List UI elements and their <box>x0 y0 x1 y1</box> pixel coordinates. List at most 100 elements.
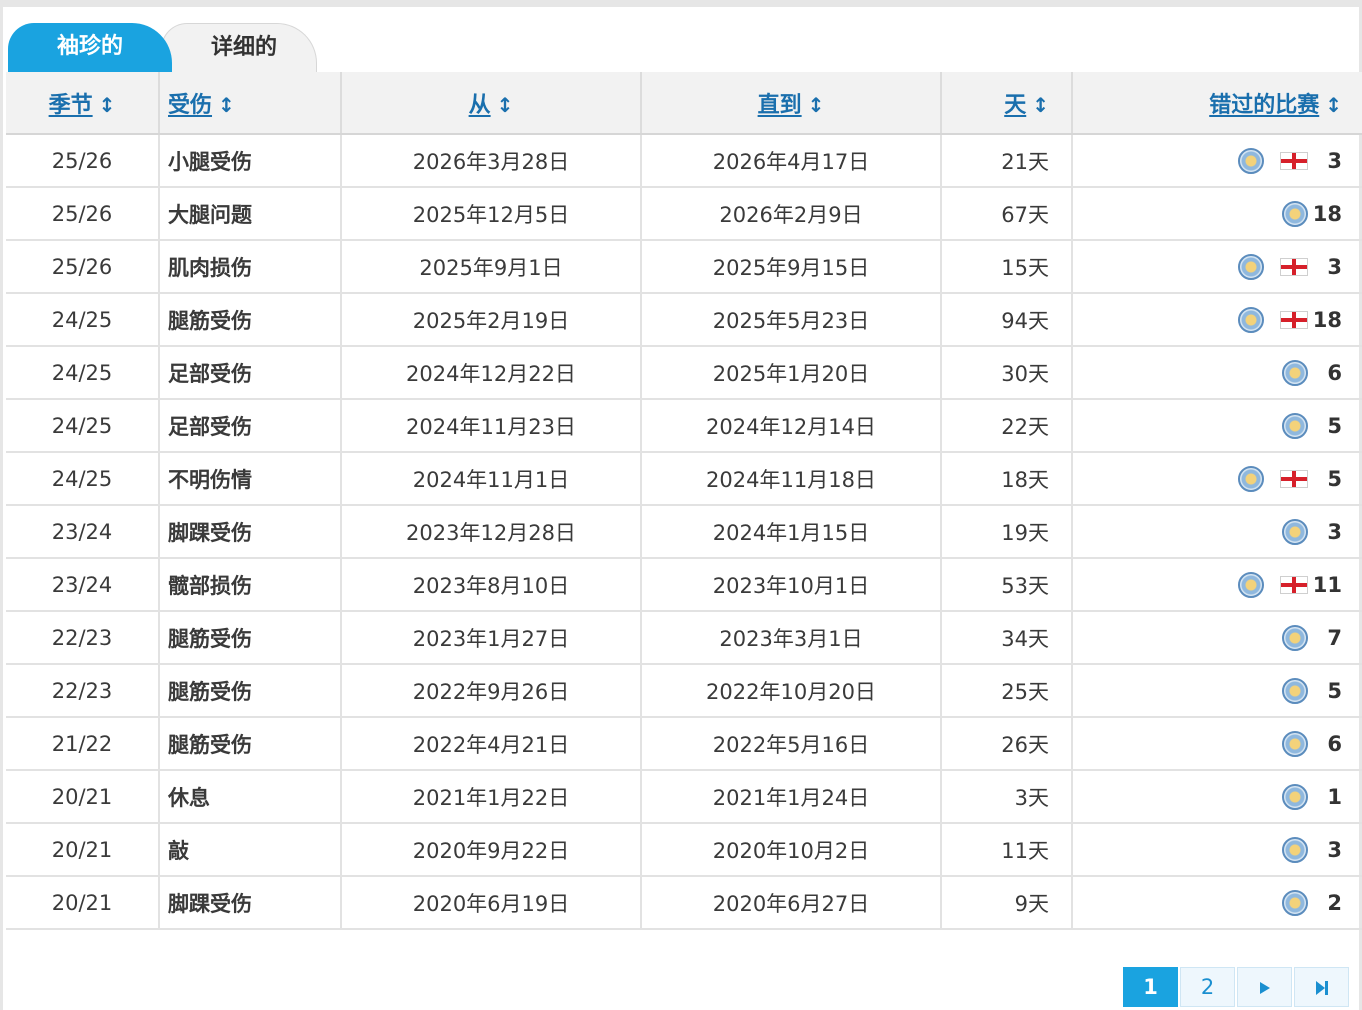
missed-games-breakdown: 3 <box>1083 518 1342 545</box>
column-header-until[interactable]: 直到 ↕ <box>641 72 942 135</box>
last-page-button[interactable] <box>1294 967 1349 1007</box>
club-crest-icon[interactable] <box>1282 677 1308 704</box>
club-crest-icon[interactable] <box>1238 465 1264 492</box>
england-flag-icon[interactable] <box>1280 469 1308 488</box>
club-crest-icon[interactable] <box>1238 147 1264 174</box>
missed-games-cell: 1 <box>1072 770 1362 824</box>
missed-games-cell: 6 <box>1072 717 1362 771</box>
table-row[interactable]: 20/21 休息 2021年1月22日 2021年1月24日 3天 1 <box>6 770 1362 824</box>
table-row[interactable]: 23/24 髋部损伤 2023年8月10日 2023年10月1日 53天 11 <box>6 558 1362 612</box>
column-header-from[interactable]: 从 ↕ <box>341 72 642 135</box>
until-date-cell: 2025年5月23日 <box>641 293 942 347</box>
table-row[interactable]: 25/26 小腿受伤 2026年3月28日 2026年4月17日 21天 3 <box>6 134 1362 188</box>
missed-games-breakdown: 6 <box>1083 730 1342 757</box>
injury-cell: 足部受伤 <box>159 399 342 453</box>
until-date-cell: 2020年6月27日 <box>641 876 942 930</box>
column-header-season[interactable]: 季节 ↕ <box>6 72 160 135</box>
missed-games-cell: 5 <box>1072 452 1362 506</box>
until-date-cell: 2022年10月20日 <box>641 664 942 718</box>
from-date-cell: 2026年3月28日 <box>341 134 642 188</box>
club-crest-icon[interactable] <box>1282 624 1308 651</box>
table-row[interactable]: 25/26 大腿问题 2025年12月5日 2026年2月9日 67天 18 <box>6 187 1362 241</box>
england-flag-icon[interactable] <box>1280 257 1308 276</box>
missed-games-cell: 5 <box>1072 399 1362 453</box>
tab-compact[interactable]: 袖珍的 <box>8 23 172 72</box>
from-header-label[interactable]: 从 <box>469 93 491 118</box>
injury-cell: 腿筋受伤 <box>159 717 342 771</box>
club-crest-icon[interactable] <box>1282 359 1308 386</box>
table-row[interactable]: 24/25 足部受伤 2024年11月23日 2024年12月14日 22天 5 <box>6 399 1362 453</box>
next-page-button[interactable] <box>1237 967 1292 1007</box>
page-1-button[interactable]: 1 <box>1123 967 1178 1007</box>
missed-games-breakdown: 5 <box>1083 412 1342 439</box>
season-cell: 25/26 <box>6 187 160 241</box>
missed-games-count: 5 <box>1327 413 1342 438</box>
sort-icon[interactable]: ↕ <box>99 93 116 117</box>
england-flag-icon[interactable] <box>1280 575 1308 594</box>
days-cell: 30天 <box>941 346 1073 400</box>
england-flag-icon[interactable] <box>1280 151 1308 170</box>
page-2-button[interactable]: 2 <box>1180 967 1235 1007</box>
tab-detailed[interactable]: 详细的 <box>161 23 317 72</box>
club-crest-icon[interactable] <box>1282 889 1308 916</box>
club-crest-icon[interactable] <box>1282 836 1308 863</box>
table-row[interactable]: 24/25 腿筋受伤 2025年2月19日 2025年5月23日 94天 18 <box>6 293 1362 347</box>
table-row[interactable]: 20/21 脚踝受伤 2020年6月19日 2020年6月27日 9天 2 <box>6 876 1362 930</box>
table-row[interactable]: 22/23 腿筋受伤 2022年9月26日 2022年10月20日 25天 5 <box>6 664 1362 718</box>
injury-header-label[interactable]: 受伤 <box>168 93 212 118</box>
until-header-label[interactable]: 直到 <box>758 93 802 118</box>
club-crest-icon[interactable] <box>1282 783 1308 810</box>
from-date-cell: 2024年11月1日 <box>341 452 642 506</box>
missed-games-cell: 3 <box>1072 240 1362 294</box>
pagination: 1 2 <box>1123 967 1349 1007</box>
column-header-missed-games[interactable]: 错过的比赛 ↕ <box>1072 72 1362 135</box>
missed-games-count: 6 <box>1327 360 1342 385</box>
column-header-days[interactable]: 天 ↕ <box>941 72 1073 135</box>
england-flag-icon[interactable] <box>1280 310 1308 329</box>
season-cell: 24/25 <box>6 346 160 400</box>
from-date-cell: 2025年12月5日 <box>341 187 642 241</box>
sort-icon[interactable]: ↕ <box>808 93 825 117</box>
table-row[interactable]: 20/21 敲 2020年9月22日 2020年10月2日 11天 3 <box>6 823 1362 877</box>
missed-games-count: 18 <box>1312 307 1342 332</box>
missed-header-label[interactable]: 错过的比赛 <box>1209 93 1319 118</box>
until-date-cell: 2023年3月1日 <box>641 611 942 665</box>
season-cell: 20/21 <box>6 770 160 824</box>
club-crest-icon[interactable] <box>1238 571 1264 598</box>
club-crest-icon[interactable] <box>1282 200 1308 227</box>
missed-games-cell: 11 <box>1072 558 1362 612</box>
days-cell: 26天 <box>941 717 1073 771</box>
from-date-cell: 2024年11月23日 <box>341 399 642 453</box>
from-date-cell: 2025年2月19日 <box>341 293 642 347</box>
sort-icon[interactable]: ↕ <box>1325 93 1342 117</box>
table-row[interactable]: 25/26 肌肉损伤 2025年9月1日 2025年9月15日 15天 3 <box>6 240 1362 294</box>
days-header-label[interactable]: 天 <box>1004 93 1026 118</box>
sort-icon[interactable]: ↕ <box>1032 93 1049 117</box>
club-crest-icon[interactable] <box>1238 253 1264 280</box>
table-row[interactable]: 23/24 脚踝受伤 2023年12月28日 2024年1月15日 19天 3 <box>6 505 1362 559</box>
from-date-cell: 2020年9月22日 <box>341 823 642 877</box>
club-crest-icon[interactable] <box>1282 730 1308 757</box>
season-cell: 24/25 <box>6 293 160 347</box>
table-row[interactable]: 24/25 足部受伤 2024年12月22日 2025年1月20日 30天 6 <box>6 346 1362 400</box>
column-header-injury[interactable]: 受伤 ↕ <box>159 72 342 135</box>
injury-table: 季节 ↕ 受伤 ↕ 从 ↕ 直到 ↕ 天 ↕ 错过的比赛 ↕ 25/26 小腿受伤 2 <box>6 72 1362 930</box>
sort-icon[interactable]: ↕ <box>497 93 514 117</box>
club-crest-icon[interactable] <box>1238 306 1264 333</box>
injury-table-body: 25/26 小腿受伤 2026年3月28日 2026年4月17日 21天 3 25/26 大腿… <box>6 134 1362 930</box>
missed-games-cell: 5 <box>1072 664 1362 718</box>
until-date-cell: 2025年1月20日 <box>641 346 942 400</box>
table-row[interactable]: 24/25 不明伤情 2024年11月1日 2024年11月18日 18天 5 <box>6 452 1362 506</box>
season-cell: 25/26 <box>6 134 160 188</box>
table-row[interactable]: 22/23 腿筋受伤 2023年1月27日 2023年3月1日 34天 7 <box>6 611 1362 665</box>
season-header-label[interactable]: 季节 <box>49 93 93 118</box>
missed-games-cell: 7 <box>1072 611 1362 665</box>
days-cell: 11天 <box>941 823 1073 877</box>
table-row[interactable]: 21/22 腿筋受伤 2022年4月21日 2022年5月16日 26天 6 <box>6 717 1362 771</box>
injury-cell: 腿筋受伤 <box>159 664 342 718</box>
club-crest-icon[interactable] <box>1282 518 1308 545</box>
sort-icon[interactable]: ↕ <box>218 93 235 117</box>
club-crest-icon[interactable] <box>1282 412 1308 439</box>
until-date-cell: 2026年4月17日 <box>641 134 942 188</box>
missed-games-count: 1 <box>1327 784 1342 809</box>
